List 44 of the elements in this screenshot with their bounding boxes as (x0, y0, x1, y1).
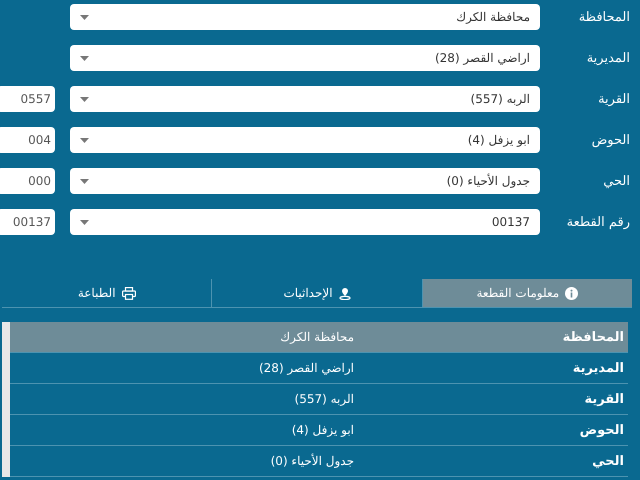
dropdown[interactable]: 00137 (70, 209, 540, 235)
row-value: جدول الأحياء (0) (270, 454, 354, 468)
field-label: المديرية (586, 50, 631, 66)
field-label: رقم القطعة (566, 214, 631, 230)
code-field[interactable]: 000 (0, 168, 55, 194)
caret-icon (80, 138, 89, 142)
info-icon (565, 286, 578, 300)
code-field[interactable]: 004 (0, 127, 55, 153)
table-row[interactable]: القرية الربه (557) (10, 384, 628, 415)
caret-icon (80, 96, 89, 102)
table-row[interactable]: المحافظة محافظة الكرك (10, 322, 628, 353)
caret-icon (80, 220, 89, 224)
row-value: محافظة الكرك (280, 330, 354, 344)
caret-icon (80, 56, 89, 60)
table-row[interactable]: الحي جدول الأحياء (0) (10, 446, 628, 477)
row-label: الحوض (578, 422, 624, 438)
row-value: اراضي القصر (28) (258, 361, 354, 375)
caret-icon (80, 178, 89, 184)
row-value: الربه (557) (294, 392, 354, 406)
field-label: الحي (602, 174, 631, 188)
location-pin-icon (338, 286, 351, 300)
field-label: القرية (597, 92, 631, 106)
tab[interactable]: معلومات القطعة (422, 279, 632, 307)
scrollbar[interactable] (2, 322, 10, 477)
row-label: المديرية (572, 360, 624, 376)
row-label: المحافظة (562, 330, 624, 344)
field-label: الحوض (590, 132, 631, 148)
table-row[interactable]: الحوض ابو يزفل (4) (10, 415, 628, 446)
dropdown[interactable]: اراضي القصر (28) (70, 45, 540, 71)
code-field[interactable]: 0557 (0, 86, 55, 112)
dropdown[interactable]: ابو يزفل (4) (70, 127, 540, 153)
caret-icon (80, 14, 89, 20)
row-value: ابو يزفل (4) (292, 423, 354, 437)
dropdown[interactable]: الربه (557) (70, 86, 540, 112)
printer-icon (122, 286, 136, 300)
dropdown[interactable]: جدول الأحياء (0) (70, 168, 540, 194)
field-label: المحافظة (578, 10, 631, 24)
tab[interactable]: الطباعة (2, 279, 212, 307)
table-row[interactable]: المديرية اراضي القصر (28) (10, 353, 628, 384)
row-label: القرية (583, 392, 624, 406)
row-label: الحي (591, 454, 624, 468)
dropdown[interactable]: محافظة الكرك (70, 4, 540, 30)
tab[interactable]: الإحداثيات (211, 279, 422, 307)
code-field[interactable]: 00137 (0, 209, 55, 235)
